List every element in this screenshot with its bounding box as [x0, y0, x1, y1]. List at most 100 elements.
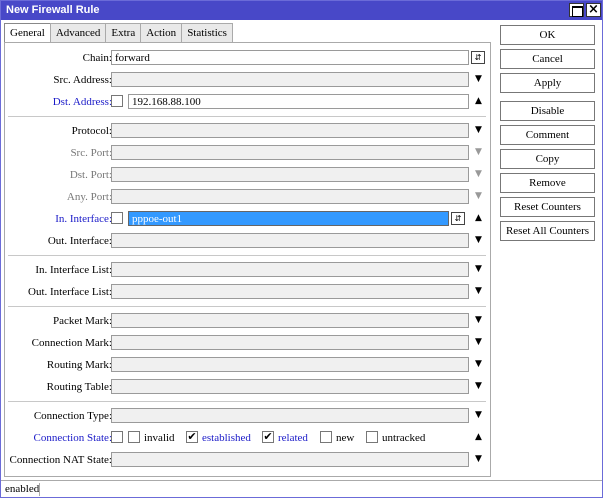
state-new-label: new [336, 432, 355, 444]
state-established-checkbox[interactable]: ✔ [186, 431, 198, 443]
status-bar: enabled [1, 480, 602, 497]
chain-field[interactable]: forward [111, 50, 469, 65]
chevron-down-icon[interactable]: ▼ [473, 235, 484, 245]
src-port-row: Src. Port: ▼ [5, 144, 492, 162]
divider [8, 116, 486, 117]
close-button[interactable]: × [586, 3, 601, 17]
chain-row: Chain: forward ⇵ [5, 49, 492, 67]
chevron-down-icon[interactable]: ▼ [473, 125, 484, 135]
dst-address-row: Dst. Address: 192.168.88.100 ▲ [5, 93, 492, 111]
status-divider [39, 483, 40, 496]
window-title: New Firewall Rule [6, 4, 100, 16]
any-port-row: Any. Port: ▼ [5, 188, 492, 206]
cancel-button[interactable]: Cancel [500, 49, 595, 69]
dst-address-field[interactable]: 192.168.88.100 [128, 94, 469, 109]
dst-port-row: Dst. Port: ▼ [5, 166, 492, 184]
firewall-rule-window: New Firewall Rule × General Advanced Ext… [0, 0, 603, 498]
chevron-up-icon[interactable]: ▲ [473, 432, 484, 442]
src-address-label: Src. Address: [53, 74, 112, 86]
out-interface-field[interactable] [111, 233, 469, 248]
divider [8, 306, 486, 307]
chevron-down-icon[interactable]: ▼ [473, 410, 484, 420]
packet-mark-field[interactable] [111, 313, 469, 328]
protocol-field[interactable] [111, 123, 469, 138]
out-interface-list-label: Out. Interface List: [28, 286, 112, 298]
general-panel: Chain: forward ⇵ Src. Address: ▼ Dst. Ad… [4, 42, 491, 477]
chevron-up-icon[interactable]: ▲ [473, 96, 484, 106]
tab-advanced[interactable]: Advanced [49, 23, 107, 42]
ok-button[interactable]: OK [500, 25, 595, 45]
chevron-down-icon: ▼ [475, 169, 482, 179]
tab-action[interactable]: Action [140, 23, 183, 42]
state-untracked-label: untracked [382, 432, 426, 444]
connection-type-row: Connection Type: ▼ [5, 407, 492, 425]
connection-mark-row: Connection Mark: ▼ [5, 334, 492, 352]
connection-state-label: Connection State: [33, 432, 112, 444]
dst-port-label: Dst. Port: [69, 169, 112, 181]
state-invalid-checkbox[interactable] [128, 431, 140, 443]
tab-general[interactable]: General [4, 23, 51, 43]
out-interface-row: Out. Interface: ▼ [5, 232, 492, 250]
disable-button[interactable]: Disable [500, 101, 595, 121]
reset-all-counters-button[interactable]: Reset All Counters [500, 221, 595, 241]
tab-bar: General Advanced Extra Action Statistics [4, 23, 233, 43]
state-related-checkbox[interactable]: ✔ [262, 431, 274, 443]
copy-button[interactable]: Copy [500, 149, 595, 169]
chevron-down-icon[interactable]: ▼ [473, 315, 484, 325]
connection-state-negate-checkbox[interactable] [111, 431, 123, 443]
connection-nat-state-field[interactable] [111, 452, 469, 467]
any-port-label: Any. Port: [66, 191, 112, 203]
in-interface-combo-icon[interactable]: ⇵ [451, 212, 465, 225]
apply-button[interactable]: Apply [500, 73, 595, 93]
routing-table-field[interactable] [111, 379, 469, 394]
comment-button[interactable]: Comment [500, 125, 595, 145]
reset-counters-button[interactable]: Reset Counters [500, 197, 595, 217]
in-interface-negate-checkbox[interactable] [111, 212, 123, 224]
tab-extra[interactable]: Extra [105, 23, 142, 42]
title-bar: New Firewall Rule × [1, 1, 602, 20]
state-untracked-checkbox[interactable] [366, 431, 378, 443]
routing-table-label: Routing Table: [46, 381, 112, 393]
chevron-down-icon[interactable]: ▼ [473, 264, 484, 274]
connection-type-field[interactable] [111, 408, 469, 423]
maximize-button[interactable] [569, 3, 584, 17]
routing-mark-field[interactable] [111, 357, 469, 372]
in-interface-field[interactable]: pppoe-out1 [128, 211, 449, 226]
state-invalid-label: invalid [144, 432, 175, 444]
any-port-field [111, 189, 469, 204]
src-address-row: Src. Address: ▼ [5, 71, 492, 89]
chevron-down-icon[interactable]: ▼ [473, 74, 484, 84]
chevron-down-icon[interactable]: ▼ [473, 454, 484, 464]
state-new-checkbox[interactable] [320, 431, 332, 443]
chain-label: Chain: [82, 52, 112, 64]
chevron-down-icon[interactable]: ▼ [473, 286, 484, 296]
dst-address-negate-checkbox[interactable] [111, 95, 123, 107]
chevron-down-icon[interactable]: ▼ [473, 381, 484, 391]
divider [8, 255, 486, 256]
chain-combo-icon[interactable]: ⇵ [471, 51, 485, 64]
in-interface-list-field[interactable] [111, 262, 469, 277]
chevron-down-icon[interactable]: ▼ [473, 337, 484, 347]
in-interface-list-label: In. Interface List: [35, 264, 112, 276]
connection-mark-field[interactable] [111, 335, 469, 350]
routing-mark-row: Routing Mark: ▼ [5, 356, 492, 374]
packet-mark-row: Packet Mark: ▼ [5, 312, 492, 330]
in-interface-row: In. Interface: pppoe-out1 ⇵ ▲ [5, 210, 492, 228]
divider [8, 401, 486, 402]
connection-nat-state-row: Connection NAT State: ▼ [5, 451, 492, 469]
protocol-row: Protocol: ▼ [5, 122, 492, 140]
out-interface-list-row: Out. Interface List: ▼ [5, 283, 492, 301]
src-address-field[interactable] [111, 72, 469, 87]
src-port-field [111, 145, 469, 160]
connection-mark-label: Connection Mark: [31, 337, 112, 349]
connection-nat-state-label: Connection NAT State: [9, 454, 112, 466]
chevron-down-icon[interactable]: ▼ [473, 359, 484, 369]
chevron-down-icon: ▼ [475, 191, 482, 201]
out-interface-list-field[interactable] [111, 284, 469, 299]
tab-statistics[interactable]: Statistics [181, 23, 233, 42]
connection-state-row: Connection State: invalid ✔ established … [5, 429, 492, 447]
chevron-up-icon[interactable]: ▲ [473, 213, 484, 223]
remove-button[interactable]: Remove [500, 173, 595, 193]
protocol-label: Protocol: [71, 125, 112, 137]
out-interface-label: Out. Interface: [47, 235, 112, 247]
